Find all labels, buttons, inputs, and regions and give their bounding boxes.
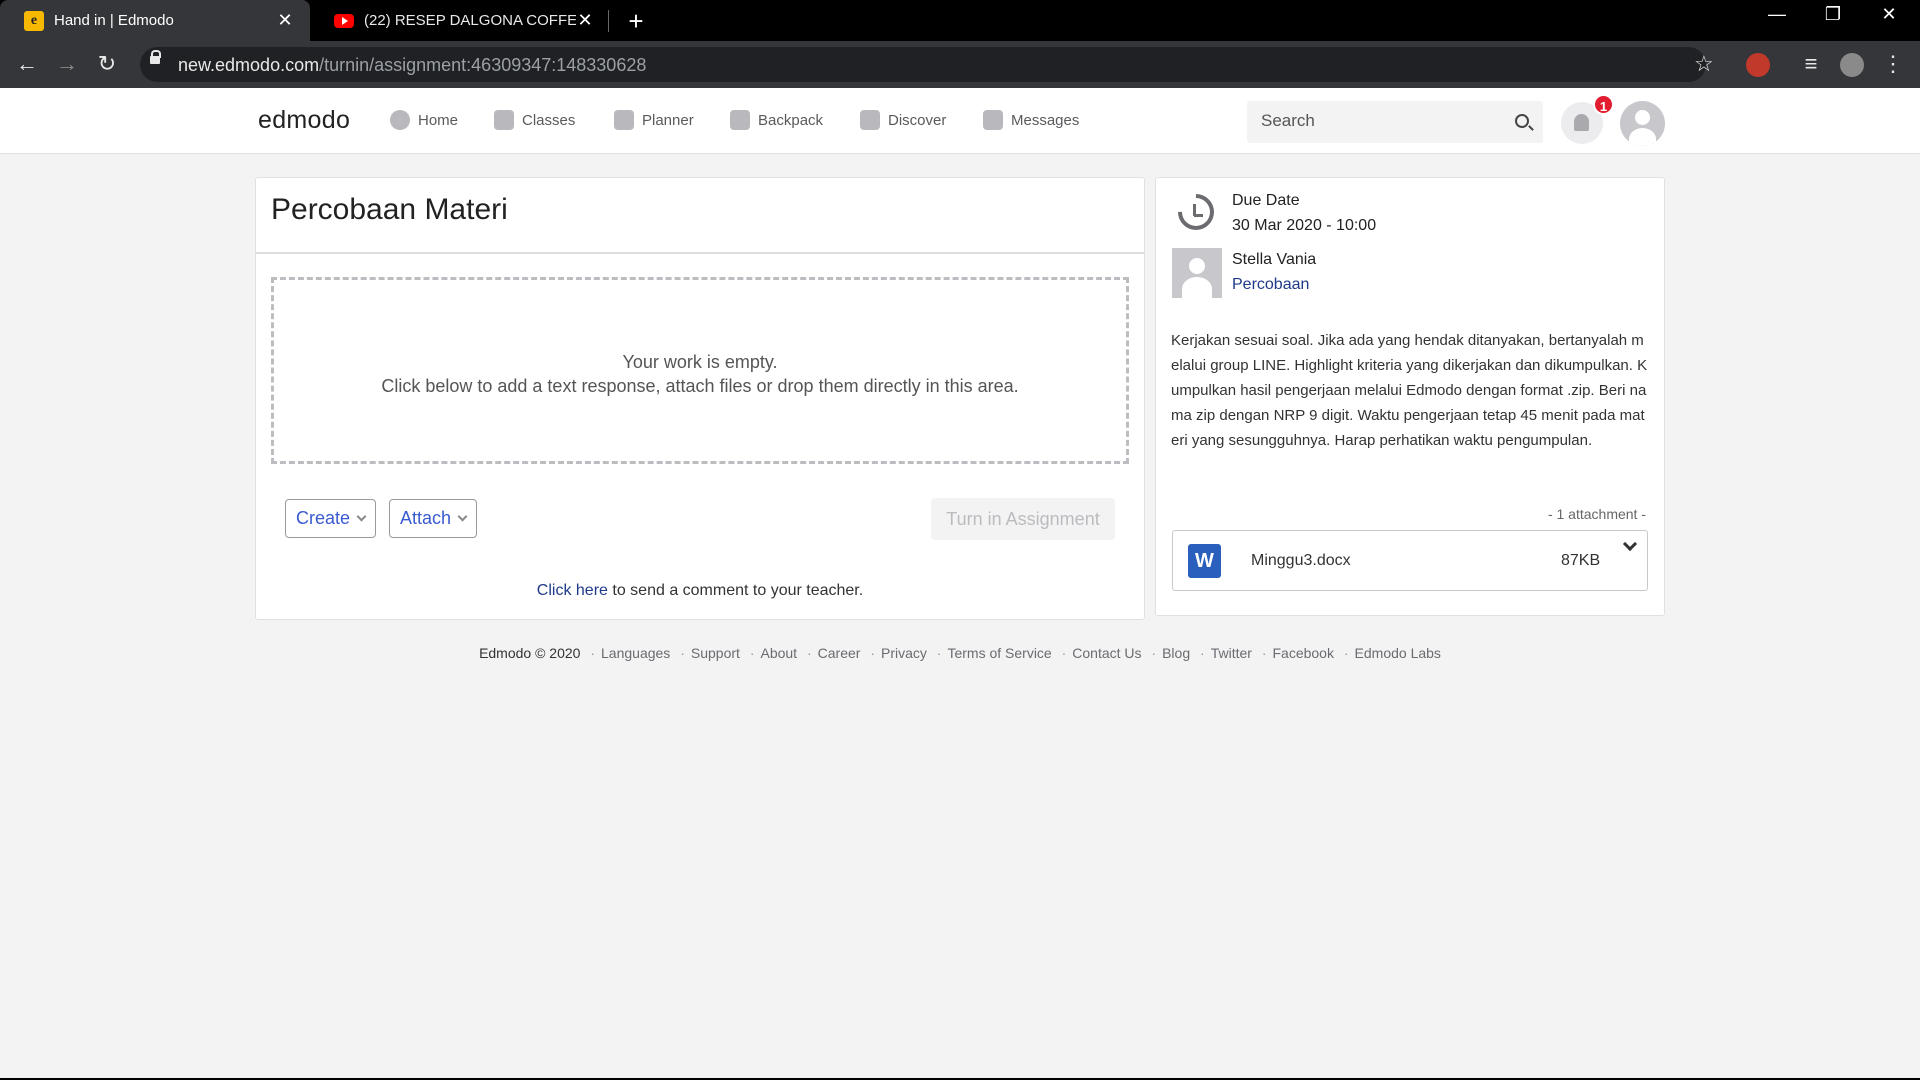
profile-icon[interactable]	[1840, 53, 1864, 77]
nav-label: Backpack	[758, 111, 824, 129]
media-playlist-icon[interactable]: ≡	[1796, 51, 1826, 77]
attach-label: Attach	[400, 508, 452, 528]
assignment-details-card: Due Date 30 Mar 2020 - 10:00 Stella Vani…	[1155, 177, 1665, 616]
footer-link-support[interactable]: Support	[691, 645, 740, 661]
teacher-avatar[interactable]	[1172, 248, 1222, 298]
attachment-item[interactable]: W Minggu3.docx 87KB	[1172, 530, 1648, 591]
edmodo-favicon-icon: e	[24, 10, 44, 31]
tab-title: Hand in | Edmodo	[54, 12, 174, 29]
search-icon[interactable]	[1515, 114, 1529, 128]
nav-label: Classes	[522, 111, 576, 129]
assignment-description: Kerjakan sesuai soal. Jika ada yang hend…	[1171, 332, 1648, 449]
messages-icon	[983, 110, 1003, 130]
nav-classes[interactable]: Classes	[494, 110, 575, 130]
tab-separator	[608, 10, 609, 32]
empty-message: Your work is empty.	[622, 352, 778, 372]
footer-link-career[interactable]: Career	[818, 645, 861, 661]
lock-icon[interactable]	[150, 50, 161, 64]
tab-youtube[interactable]: (22) RESEP DALGONA COFFEE - K ✕	[310, 0, 610, 41]
footer-link-twitter[interactable]: Twitter	[1211, 645, 1252, 661]
nav-discover[interactable]: Discover	[860, 110, 946, 130]
comment-link[interactable]: Click here	[537, 582, 608, 599]
clock-icon	[1170, 186, 1222, 238]
backpack-icon	[730, 110, 750, 130]
forward-icon[interactable]: →	[52, 51, 82, 77]
footer: Edmodo © 2020 · Languages · Support · About…	[479, 645, 1441, 661]
footer-copyright: Edmodo © 2020	[479, 645, 581, 661]
due-date-label: Due Date	[1232, 192, 1300, 209]
nav-backpack[interactable]: Backpack	[730, 110, 823, 130]
nav-label: Discover	[888, 111, 947, 129]
chevron-down-icon	[356, 511, 367, 522]
chevron-down-icon	[457, 511, 468, 522]
nav-label: Home	[418, 111, 459, 129]
tab-edmodo[interactable]: e Hand in | Edmodo ✕	[0, 0, 310, 41]
back-icon[interactable]: ←	[12, 51, 42, 77]
footer-link-languages[interactable]: Languages	[601, 645, 670, 661]
discover-icon	[860, 110, 880, 130]
restore-icon[interactable]: ❐	[1810, 4, 1856, 25]
teacher-name: Stella Vania	[1232, 251, 1317, 268]
edmodo-logo[interactable]: edmodo	[258, 106, 350, 135]
nav-home[interactable]: Home	[390, 110, 458, 130]
nav-planner[interactable]: Planner	[614, 110, 694, 130]
attachment-filename: Minggu3.docx	[1251, 552, 1351, 569]
address-bar: ← → ↻ new.edmodo.com/turnin/assignment:4…	[0, 41, 1920, 88]
comment-prompt: Click here to send a comment to your tea…	[256, 582, 1144, 600]
attachment-size: 87KB	[1561, 552, 1601, 569]
assignment-title: Percobaan Materi	[271, 193, 508, 226]
work-dropzone[interactable]: Your work is empty. Click below to add a…	[271, 277, 1129, 464]
minimize-icon[interactable]: —	[1754, 4, 1800, 25]
nav-label: Messages	[1011, 111, 1080, 129]
divider	[256, 252, 1144, 254]
footer-link-terms[interactable]: Terms of Service	[947, 645, 1051, 661]
reload-icon[interactable]: ↻	[92, 51, 122, 77]
nav-label: Planner	[642, 111, 694, 129]
new-tab-icon[interactable]: +	[622, 6, 650, 37]
search-box	[1247, 101, 1543, 143]
group-link[interactable]: Percobaan	[1232, 276, 1309, 294]
close-tab-icon[interactable]: ✕	[276, 10, 294, 31]
classes-icon	[494, 110, 514, 130]
menu-kebab-icon[interactable]: ⋮	[1878, 51, 1908, 77]
word-document-icon: W	[1188, 544, 1221, 578]
comment-text: to send a comment to your teacher.	[607, 582, 864, 599]
edmodo-header: edmodo Home Classes Planner Backpack Dis…	[0, 88, 1920, 154]
browser-tab-bar: e Hand in | Edmodo ✕ (22) RESEP DALGONA …	[0, 0, 1920, 41]
home-icon	[390, 110, 410, 130]
window-close-icon[interactable]: ✕	[1866, 4, 1912, 25]
close-tab-icon[interactable]: ✕	[576, 10, 594, 31]
turnin-card: Percobaan Materi Your work is empty. Cli…	[255, 177, 1145, 620]
footer-link-labs[interactable]: Edmodo Labs	[1355, 645, 1441, 661]
bookmark-star-icon[interactable]: ☆	[1694, 51, 1714, 77]
due-date-value: 30 Mar 2020 - 10:00	[1232, 217, 1377, 234]
nav-messages[interactable]: Messages	[983, 110, 1079, 130]
tab-title: (22) RESEP DALGONA COFFEE - K	[364, 12, 576, 29]
footer-link-privacy[interactable]: Privacy	[881, 645, 927, 661]
url-text[interactable]: new.edmodo.com/turnin/assignment:4630934…	[178, 55, 646, 76]
footer-link-about[interactable]: About	[760, 645, 797, 661]
attach-dropdown-button[interactable]: Attach	[389, 499, 478, 538]
empty-instructions: Click below to add a text response, atta…	[381, 376, 1019, 396]
footer-link-contact[interactable]: Contact Us	[1072, 645, 1141, 661]
clock-hand	[1194, 214, 1203, 217]
footer-link-blog[interactable]: Blog	[1162, 645, 1190, 661]
create-dropdown-button[interactable]: Create	[285, 499, 377, 538]
search-input[interactable]	[1261, 111, 1501, 131]
attachment-count: - 1 attachment -	[1547, 506, 1646, 522]
youtube-favicon-icon	[334, 13, 354, 28]
footer-link-facebook[interactable]: Facebook	[1272, 645, 1333, 661]
extension-icon[interactable]	[1746, 53, 1770, 77]
planner-icon	[614, 110, 634, 130]
user-avatar[interactable]	[1620, 101, 1665, 146]
notification-badge: 1	[1593, 94, 1614, 115]
turn-in-button[interactable]: Turn in Assignment	[931, 498, 1115, 540]
create-label: Create	[296, 508, 351, 528]
chevron-down-icon[interactable]	[1622, 536, 1638, 552]
